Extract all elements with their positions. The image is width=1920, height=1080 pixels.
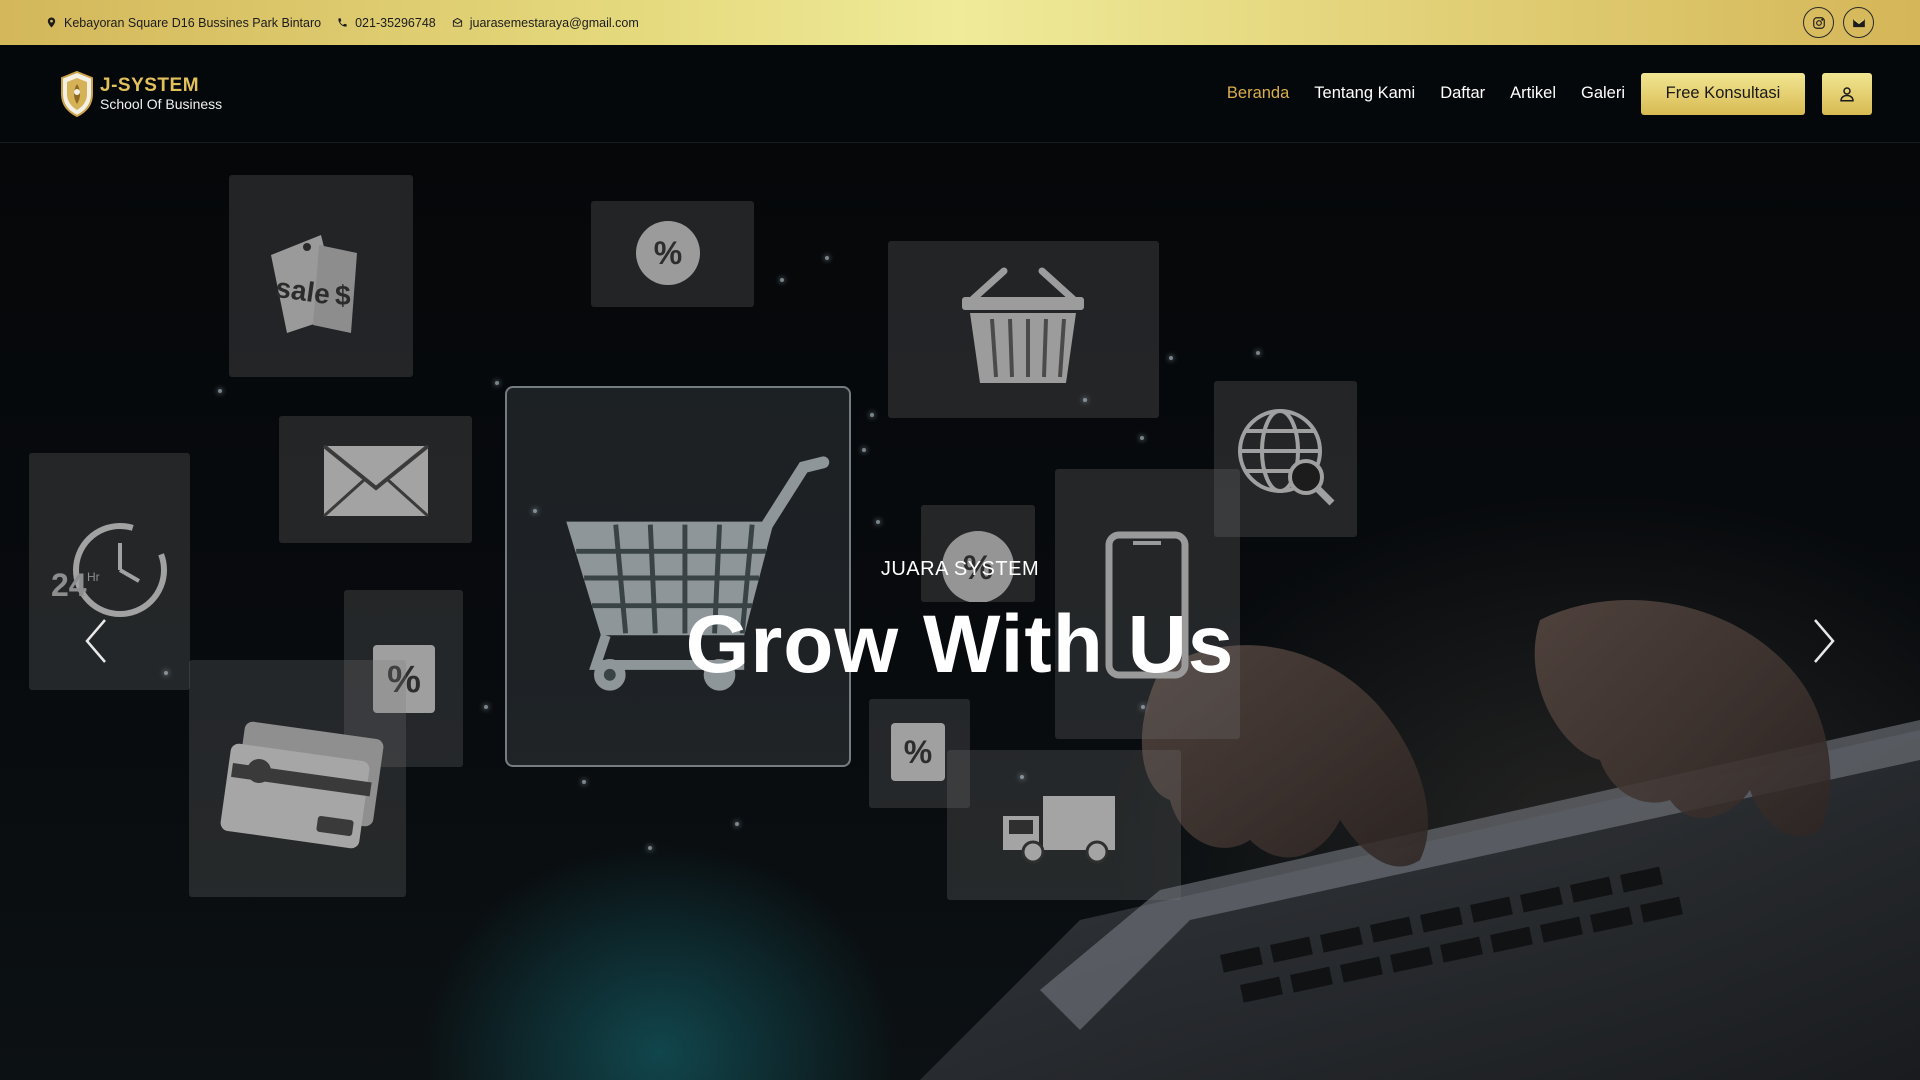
nav-item-galeri[interactable]: Galeri	[1581, 84, 1625, 103]
main-navbar: J-SYSTEM School Of Business Beranda Tent…	[0, 45, 1920, 143]
map-pin-icon	[47, 17, 56, 28]
tile-percent-mid: %	[921, 505, 1035, 602]
tile-credit-card	[189, 660, 406, 897]
email-item[interactable]: juarasemestaraya@gmail.com	[452, 16, 639, 30]
chevron-right-icon	[1814, 619, 1835, 663]
user-account-button[interactable]	[1822, 72, 1872, 115]
top-bar: Kebayoran Square D16 Bussines Park Binta…	[0, 0, 1920, 45]
primary-nav: Beranda Tentang Kami Daftar Artikel Gale…	[1202, 72, 1872, 115]
brand-subtitle: School Of Business	[100, 96, 223, 112]
sale-tags-icon: sale $	[271, 235, 357, 333]
email-text: juarasemestaraya@gmail.com	[469, 15, 639, 30]
envelope-icon	[322, 444, 430, 518]
percent-icon: %	[942, 531, 1014, 602]
social-links	[1803, 7, 1874, 38]
address-item: Kebayoran Square D16 Bussines Park Binta…	[46, 16, 321, 30]
slider-next-button[interactable]	[1809, 616, 1839, 666]
brand-logo[interactable]: J-SYSTEM School Of Business	[58, 70, 222, 118]
svg-text:$: $	[335, 280, 351, 311]
shield-crest-icon	[61, 70, 93, 117]
tile-envelope	[279, 416, 472, 543]
address-text: Kebayoran Square D16 Bussines Park Binta…	[64, 15, 322, 30]
nav-item-beranda[interactable]: Beranda	[1227, 84, 1289, 103]
email-link[interactable]	[1843, 7, 1874, 38]
tile-delivery-truck	[947, 750, 1181, 900]
free-konsultasi-button[interactable]: Free Konsultasi	[1641, 72, 1805, 115]
envelope-icon	[1852, 18, 1865, 27]
svg-text:%: %	[904, 734, 932, 770]
shopping-basket-icon	[962, 267, 1084, 383]
hero-title: Grow With Us	[685, 599, 1235, 690]
nav-item-artikel[interactable]: Artikel	[1510, 84, 1556, 103]
phone-text: 021-35296748	[355, 15, 436, 30]
nav-item-tentang-kami[interactable]: Tentang Kami	[1314, 84, 1415, 103]
instagram-icon	[1812, 16, 1825, 29]
credit-card-icon	[220, 721, 384, 849]
chevron-left-icon	[85, 619, 106, 663]
slider-prev-button[interactable]	[81, 616, 111, 666]
brand-title: J-SYSTEM	[100, 75, 200, 96]
user-icon	[1840, 86, 1854, 101]
percent-icon: %	[636, 221, 700, 285]
instagram-link[interactable]	[1803, 7, 1834, 38]
tile-basket	[888, 241, 1159, 418]
tile-sale-tags: sale $	[229, 175, 413, 377]
svg-text:%: %	[654, 235, 682, 271]
tile-percent-top: %	[591, 201, 754, 307]
phone-item[interactable]: 021-35296748	[337, 16, 436, 30]
hero-kicker: JUARA SYSTEM	[880, 558, 1040, 580]
envelope-open-icon	[452, 17, 462, 27]
hero-slider: sale $ % 24 Hr % % % JUARA SYSTEM Grow W…	[0, 143, 1920, 1080]
phone-icon	[338, 18, 347, 27]
brand-text: J-SYSTEM School Of Business	[100, 76, 222, 111]
nav-item-daftar[interactable]: Daftar	[1440, 84, 1485, 103]
delivery-truck-icon	[1003, 796, 1115, 864]
